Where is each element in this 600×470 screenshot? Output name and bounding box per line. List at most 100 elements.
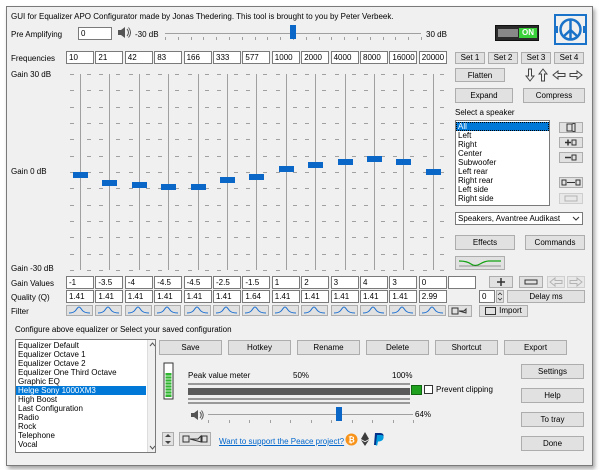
quality-input[interactable]: 1.41 <box>389 290 418 303</box>
delay-spinner[interactable] <box>496 290 504 303</box>
gain-value-input[interactable]: 2 <box>301 276 330 289</box>
quality-input[interactable]: 1.41 <box>301 290 330 303</box>
speaker-list-item[interactable]: Left <box>456 131 549 140</box>
power-switch[interactable]: ON <box>495 25 539 41</box>
gain-value-input[interactable]: -3.5 <box>95 276 124 289</box>
config-list-scrollbar[interactable] <box>147 340 155 452</box>
arrow-updown-icon[interactable] <box>162 432 174 446</box>
config-list-item[interactable]: Equalizer One Third Octave <box>16 368 146 377</box>
eq-slider-track[interactable] <box>138 74 140 270</box>
set-button[interactable]: Set 1 <box>455 52 485 64</box>
frequency-input[interactable]: 21 <box>95 51 124 64</box>
config-list-item[interactable]: Equalizer Octave 2 <box>16 359 146 368</box>
eq-slider-track[interactable] <box>374 74 375 270</box>
speaker-disabled-button[interactable] <box>559 193 583 204</box>
arrow-left-icon[interactable] <box>552 70 566 80</box>
effects-button[interactable]: Effects <box>455 235 515 250</box>
filter-peak-button[interactable] <box>124 305 152 316</box>
filter-peak-button[interactable] <box>213 305 240 316</box>
quality-input[interactable]: 1.41 <box>360 290 388 303</box>
delete-button[interactable]: Delete <box>366 340 429 355</box>
ethereum-icon[interactable] <box>361 432 369 446</box>
filter-peak-button[interactable] <box>360 305 387 316</box>
scroll-bands-right-button[interactable] <box>567 276 585 288</box>
config-list-item[interactable]: Equalizer Octave 1 <box>16 350 146 359</box>
frequency-input[interactable]: 333 <box>213 51 241 64</box>
paypal-icon[interactable] <box>373 432 385 446</box>
filter-peak-button[interactable] <box>183 305 211 316</box>
gain-value-input[interactable]: 1 <box>271 276 300 289</box>
delay-input[interactable]: 0 <box>479 290 495 303</box>
arrow-down-icon[interactable] <box>525 68 535 82</box>
eq-slider-thumb[interactable] <box>220 177 235 184</box>
delay-button[interactable]: Delay ms <box>507 290 585 303</box>
filter-peak-button[interactable] <box>66 305 93 316</box>
config-list-item[interactable]: Radio <box>16 413 146 422</box>
eq-slider-track[interactable] <box>227 74 228 270</box>
gain-value-input[interactable]: 0 <box>418 276 447 289</box>
help-button[interactable]: Help <box>521 388 584 403</box>
expand-button[interactable]: Expand <box>455 88 513 103</box>
frequency-input[interactable]: 10 <box>66 51 94 64</box>
frequency-input[interactable]: 166 <box>183 51 212 64</box>
eq-slider-thumb[interactable] <box>249 173 265 180</box>
export-button[interactable]: Export <box>504 340 567 355</box>
quality-input[interactable]: 1.41 <box>213 290 241 303</box>
preamp-slider-thumb[interactable] <box>290 25 296 39</box>
filter-curve-button[interactable] <box>455 256 505 270</box>
speaker-list-item[interactable]: All <box>456 122 549 131</box>
eq-slider-track[interactable] <box>168 74 170 270</box>
add-band-button[interactable] <box>489 276 513 288</box>
prevent-clipping-checkbox[interactable] <box>424 385 433 394</box>
filter-peak-button[interactable] <box>154 305 182 316</box>
config-list-box[interactable]: Equalizer Default Equalizer Octave 1 Equal… <box>15 339 156 453</box>
frequency-input[interactable]: 42 <box>124 51 153 64</box>
commands-button[interactable]: Commands <box>525 235 585 250</box>
config-list-item[interactable]: Equalizer Default <box>16 341 146 350</box>
eq-slider-thumb[interactable] <box>396 159 412 166</box>
arrow-right-icon[interactable] <box>569 70 583 80</box>
eq-slider-track[interactable] <box>344 74 346 270</box>
filter-peak-button[interactable] <box>95 305 123 316</box>
gain-value-input[interactable]: 4 <box>360 276 388 289</box>
flatten-button[interactable]: Flatten <box>455 68 505 82</box>
shortcut-button[interactable]: Shortcut <box>435 340 498 355</box>
filter-peak-button[interactable] <box>301 305 329 316</box>
config-list-item[interactable]: Helge Sony 1000XM3 <box>16 386 146 395</box>
rename-button[interactable]: Rename <box>297 340 360 355</box>
speaker-list-item[interactable]: Left side <box>456 185 549 194</box>
frequency-input[interactable]: 20000 <box>418 51 447 64</box>
eq-slider-track[interactable] <box>285 74 287 270</box>
to-tray-button[interactable]: To tray <box>521 412 584 427</box>
quality-input[interactable]: 1.41 <box>66 290 94 303</box>
filter-peak-button[interactable] <box>389 305 417 316</box>
gain-value-input[interactable]: -4 <box>124 276 153 289</box>
speaker-volume-icon[interactable] <box>117 26 131 39</box>
preamp-input[interactable]: 0 <box>78 27 112 40</box>
frequency-input[interactable]: 16000 <box>389 51 418 64</box>
frequency-input[interactable]: 8000 <box>360 51 388 64</box>
speaker-list[interactable]: All Left Right Center Subwoofer Left rear Righ… <box>455 120 550 206</box>
quality-input[interactable]: 1.41 <box>183 290 212 303</box>
eq-slider-track[interactable] <box>197 74 199 270</box>
gain-value-input-empty[interactable] <box>448 276 477 289</box>
volume-slider-thumb[interactable] <box>336 407 343 421</box>
eq-slider-thumb[interactable] <box>190 183 206 190</box>
quality-input[interactable]: 1.41 <box>330 290 359 303</box>
quality-input[interactable]: 1.41 <box>124 290 153 303</box>
bitcoin-icon[interactable]: ₿ <box>345 433 358 446</box>
filter-link-button[interactable] <box>448 305 472 317</box>
config-list-item[interactable]: High Boost <box>16 395 146 404</box>
eq-slider-thumb[interactable] <box>102 180 118 187</box>
filter-peak-button[interactable] <box>242 305 270 316</box>
speaker-list-item[interactable]: Right rear <box>456 176 549 185</box>
gain-value-input[interactable]: -1 <box>66 276 94 289</box>
eq-slider-thumb[interactable] <box>161 183 177 190</box>
gain-value-input[interactable]: 3 <box>389 276 418 289</box>
eq-slider-thumb[interactable] <box>73 172 88 179</box>
speaker-list-item[interactable]: Center <box>456 149 549 158</box>
frequency-input[interactable]: 83 <box>154 51 183 64</box>
speaker-list-item[interactable]: Right side <box>456 194 549 203</box>
gain-value-input[interactable]: -1.5 <box>242 276 271 289</box>
quality-input[interactable]: 2.99 <box>418 290 447 303</box>
